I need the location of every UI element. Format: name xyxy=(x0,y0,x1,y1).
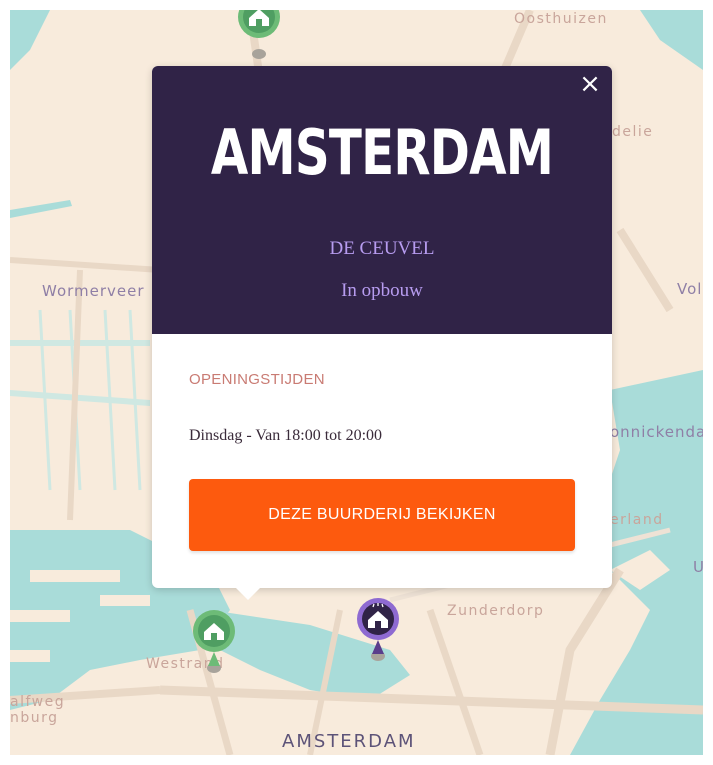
map-label-u: U xyxy=(693,558,703,576)
map-label-volendam: Vol xyxy=(677,280,703,298)
map-label-halfweg: alfweg xyxy=(10,694,66,710)
barn-icon xyxy=(193,610,235,673)
popup-pointer xyxy=(236,588,260,600)
map-label-waterland: erland xyxy=(610,512,664,528)
popup-header: × AMSTERDAM DE CEUVEL In opbouw xyxy=(152,66,612,334)
opening-hours-text: Dinsdag - Van 18:00 tot 20:00 xyxy=(189,427,383,444)
map-label-oosthuizen: Oosthuizen xyxy=(514,11,608,27)
popup-city-title: AMSTERDAM xyxy=(210,116,554,189)
view-farm-button[interactable]: DEZE BUURDERIJ BEKIJKEN xyxy=(189,479,575,551)
barn-icon xyxy=(238,10,280,59)
farm-popup: × AMSTERDAM DE CEUVEL In opbouw OPENINGS… xyxy=(152,66,612,588)
map-label-zunderdorp: Zunderdorp xyxy=(447,603,545,619)
map-label-edelie: delie xyxy=(612,124,654,140)
map-label-zwanenburg: nburg xyxy=(10,710,59,726)
map-label-amsterdam: AMSTERDAM xyxy=(282,731,416,752)
farm-pin-selected[interactable] xyxy=(355,596,401,662)
popup-farm-status: In opbouw xyxy=(341,280,423,301)
map-label-wormerveer: Wormerveer xyxy=(42,282,145,300)
map-label-monnickendam: onnickenda xyxy=(610,423,703,441)
farm-pin-green[interactable] xyxy=(191,608,237,674)
opening-hours-heading: OPENINGSTIJDEN xyxy=(189,371,325,388)
farm-pin-green[interactable] xyxy=(236,10,282,60)
popup-farm-name: DE CEUVEL xyxy=(329,238,435,259)
close-icon[interactable]: × xyxy=(578,70,602,98)
barn-icon xyxy=(357,598,399,661)
